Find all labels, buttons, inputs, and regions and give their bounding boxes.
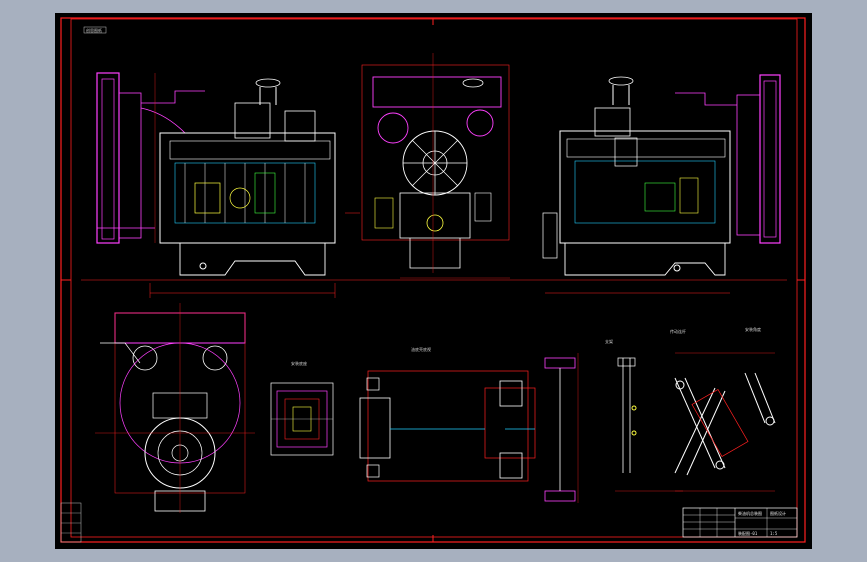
engine-rear-view	[95, 303, 255, 513]
engine-side-view-left	[96, 72, 360, 298]
detail-oil-pan: 油底壳底视	[359, 346, 536, 482]
detail-rail	[544, 353, 579, 503]
detail-a-label: 安装底座	[291, 360, 307, 366]
drawing-viewport[interactable]: 创思图纸 安装底座 油底壳底视 支架 传动连杆 安装角度 柴油机总装图 图纸设计…	[55, 13, 812, 549]
linkage-label-1: 传动连杆	[670, 328, 686, 334]
detail-bracket: 支架	[605, 338, 683, 492]
detail-b-label: 油底壳底视	[411, 346, 431, 352]
corner-tag: 创思图纸	[86, 27, 102, 33]
detail-linkage: 传动连杆 安装角度	[670, 326, 776, 492]
title-drawing-name: 柴油机总装图	[738, 510, 762, 516]
detail-mounting-base: 安装底座	[270, 360, 334, 456]
engine-front-view	[361, 53, 510, 279]
cad-drawing: 创思图纸 安装底座 油底壳底视 支架 传动连杆 安装角度 柴油机总装图 图纸设计…	[60, 17, 806, 543]
title-block: 柴油机总装图 图纸设计 装配图-01 1:5	[682, 507, 798, 538]
linkage-label-2: 安装角度	[745, 326, 761, 332]
title-drawing-no: 装配图-01	[738, 530, 758, 536]
title-scale: 1:5	[770, 531, 778, 536]
title-company: 图纸设计	[770, 510, 786, 516]
bracket-label: 支架	[605, 338, 613, 344]
engine-side-view-right	[542, 74, 781, 294]
